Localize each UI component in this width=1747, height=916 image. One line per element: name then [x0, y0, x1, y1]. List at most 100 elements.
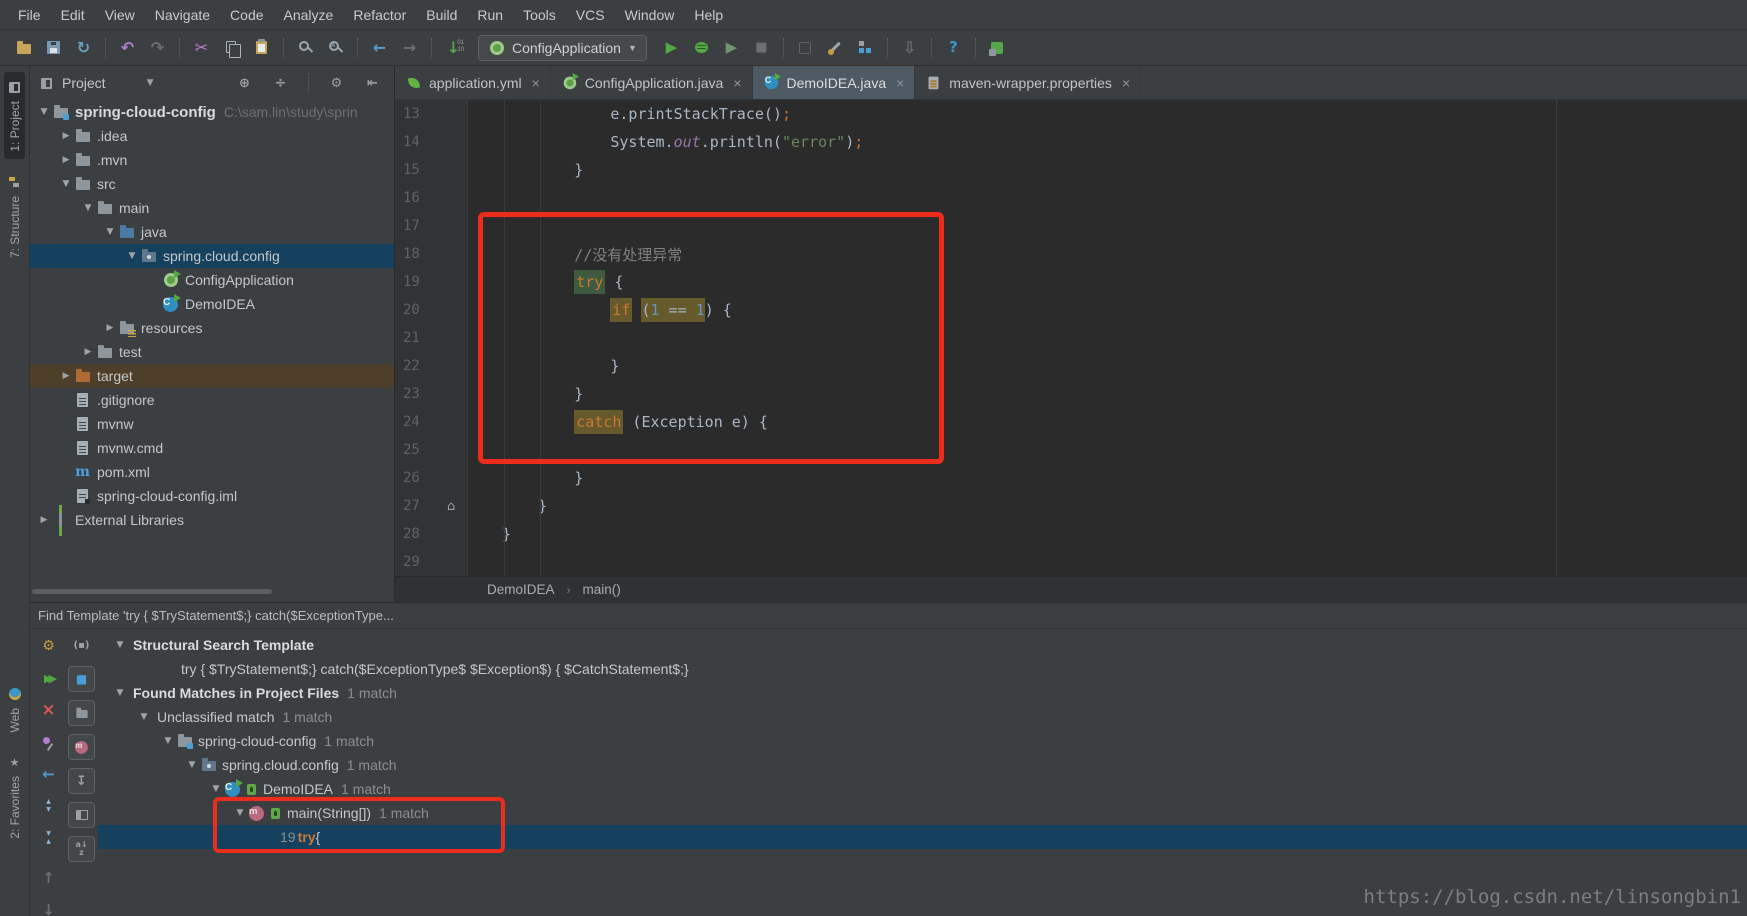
locate-button[interactable]: ⊕ — [231, 70, 258, 96]
chevron-right-icon[interactable]: ▶ — [58, 131, 74, 141]
project-tree-item-spring-cloud-config-iml[interactable]: spring-cloud-config.iml — [30, 484, 394, 508]
chevron-right-icon[interactable]: ▶ — [58, 155, 74, 165]
tool-window-button-1-project[interactable]: 1: Project — [4, 72, 25, 159]
find-button[interactable] — [292, 35, 319, 61]
preview-button[interactable]: (▪) — [69, 634, 94, 658]
code-line-17[interactable]: 17 — [395, 212, 1747, 240]
code-line-25[interactable]: 25 — [395, 436, 1747, 464]
menu-help[interactable]: Help — [684, 7, 733, 23]
code-line-21[interactable]: 21 — [395, 324, 1747, 352]
back-button[interactable]: ← — [366, 35, 393, 61]
wrench-button[interactable] — [822, 35, 849, 61]
menu-vcs[interactable]: VCS — [566, 7, 615, 23]
down-button[interactable]: ↓ — [36, 898, 61, 916]
pin-button[interactable] — [36, 730, 61, 754]
code-line-24[interactable]: 24 catch (Exception e) { — [395, 408, 1747, 436]
project-tree-item-spring-cloud-config[interactable]: ▼ spring.cloud.config — [30, 244, 394, 268]
tab-application-yml[interactable]: application.yml × — [395, 66, 551, 99]
project-tree-item-demoidea[interactable]: C DemoIDEA — [30, 292, 394, 316]
sync-button[interactable]: ↻ — [70, 35, 97, 61]
breadcrumb-method[interactable]: main() — [583, 582, 621, 597]
copy-button[interactable] — [218, 35, 245, 61]
code-line-26[interactable]: 26 } — [395, 464, 1747, 492]
undo-button[interactable]: ↶ — [114, 35, 141, 61]
code-line-23[interactable]: 23 } — [395, 380, 1747, 408]
stop-button[interactable]: ■ — [748, 35, 775, 61]
result-found-matches-in-project-files[interactable]: ▼ Found Matches in Project Files 1 match — [98, 681, 1747, 705]
project-tree-item-configapplication[interactable]: ConfigApplication — [30, 268, 394, 292]
chevron-down-icon[interactable]: ▼ — [160, 736, 176, 746]
box-sort-button[interactable]: a↓ z — [68, 836, 95, 862]
code-line-16[interactable]: 16 — [395, 184, 1747, 212]
result-spring-cloud-config[interactable]: ▼ spring.cloud.config 1 match — [98, 753, 1747, 777]
project-tree-item-src[interactable]: ▼ src — [30, 172, 394, 196]
up-button[interactable]: ↑ — [36, 866, 61, 890]
run-config-select[interactable]: ConfigApplication ▼ — [478, 34, 647, 61]
debug-button[interactable] — [688, 35, 715, 61]
tab-configapplication-java[interactable]: ConfigApplication.java × — [551, 66, 753, 99]
tool-window-button-web[interactable]: Web — [4, 679, 25, 739]
line-ops-button[interactable]: ↓ 01 10 — [440, 35, 467, 61]
cut-button[interactable]: ✂ — [188, 35, 215, 61]
structure-tb-button[interactable] — [852, 35, 879, 61]
project-tree-item-resources[interactable]: ▶ resources — [30, 316, 394, 340]
result-demoidea[interactable]: ▼ C DemoIDEA 1 match — [98, 777, 1747, 801]
chevron-down-icon[interactable]: ▼ — [136, 712, 152, 722]
box-layout-button[interactable] — [68, 802, 95, 828]
tab-demoidea-java[interactable]: C DemoIDEA.java × — [752, 66, 916, 99]
box-export-button[interactable]: ↧ — [68, 768, 95, 794]
box-blue-button[interactable]: ■ — [68, 666, 95, 692]
menu-file[interactable]: File — [8, 7, 51, 23]
result-structural-search-template[interactable]: ▼ Structural Search Template — [98, 633, 1747, 657]
chevron-down-icon[interactable]: ▼ — [58, 179, 74, 189]
menu-tools[interactable]: Tools — [513, 7, 566, 23]
code-line-18[interactable]: 18 //没有处理异常 — [395, 240, 1747, 268]
paste-button[interactable] — [248, 35, 275, 61]
plugin-button[interactable] — [984, 35, 1011, 61]
profile-button[interactable] — [792, 35, 819, 61]
horizontal-scrollbar[interactable] — [32, 589, 392, 594]
tool-window-button-2-favorites[interactable]: 2: Favorites ★ — [4, 747, 25, 846]
chevron-down-icon[interactable]: ▼ — [112, 640, 128, 650]
expand-button[interactable]: ▲ ▼ — [36, 794, 61, 818]
breadcrumb-class[interactable]: DemoIDEA — [487, 582, 555, 597]
chevron-down-icon[interactable]: ▼ — [36, 107, 52, 117]
menu-analyze[interactable]: Analyze — [274, 7, 344, 23]
chevron-right-icon[interactable]: ▶ — [58, 371, 74, 381]
back-button[interactable]: ← — [36, 762, 61, 786]
code-line-22[interactable]: 22 } — [395, 352, 1747, 380]
menu-edit[interactable]: Edit — [51, 7, 95, 23]
menu-build[interactable]: Build — [416, 7, 467, 23]
chevron-down-icon[interactable]: ▼ — [208, 784, 224, 794]
redo-button[interactable]: ↷ — [144, 35, 171, 61]
project-tree-item-java[interactable]: ▼ java — [30, 220, 394, 244]
forward-button[interactable]: → — [396, 35, 423, 61]
match-line[interactable]: 19 try { — [98, 825, 1747, 849]
tool-window-button-7-structure[interactable]: 7: Structure — [4, 167, 25, 265]
close-tab-icon[interactable]: × — [1122, 75, 1130, 91]
code-editor[interactable]: 13 e.printStackTrace(); 14 System.out.pri… — [395, 100, 1747, 576]
close-tab-icon[interactable]: × — [733, 75, 741, 91]
project-tree-item-gitignore[interactable]: .gitignore — [30, 388, 394, 412]
project-tree-item-spring-cloud-config[interactable]: ▼ spring-cloud-config C:\sam.lin\study\spr… — [30, 100, 394, 124]
box-folder-button[interactable] — [68, 700, 95, 726]
download-button[interactable]: ⇩ — [896, 35, 923, 61]
chevron-down-icon[interactable]: ▼ — [184, 760, 200, 770]
collapse-button[interactable]: ▼ ▲ — [36, 826, 61, 850]
code-line-13[interactable]: 13 e.printStackTrace(); — [395, 100, 1747, 128]
fold-marker-icon[interactable]: ⌂ — [447, 499, 455, 514]
project-tree-item-main[interactable]: ▼ main — [30, 196, 394, 220]
code-line-28[interactable]: 28} — [395, 520, 1747, 548]
gear-button[interactable]: ⚙ — [323, 70, 350, 96]
code-line-15[interactable]: 15 } — [395, 156, 1747, 184]
result-main-string[interactable]: ▼ m main(String[]) 1 match — [98, 801, 1747, 825]
project-tree-item-target[interactable]: ▶ target — [30, 364, 394, 388]
code-line-27[interactable]: 27 ⌂ } — [395, 492, 1747, 520]
result-unclassified-match[interactable]: ▼ Unclassified match 1 match — [98, 705, 1747, 729]
chevron-down-icon[interactable]: ▼ — [147, 78, 154, 88]
close-tab-icon[interactable]: × — [532, 75, 540, 91]
replace-button[interactable]: A — [322, 35, 349, 61]
rerun-button[interactable]: ▶▶ — [36, 666, 61, 690]
scrollbar-thumb[interactable] — [32, 589, 272, 594]
chevron-down-icon[interactable]: ▼ — [124, 251, 140, 261]
